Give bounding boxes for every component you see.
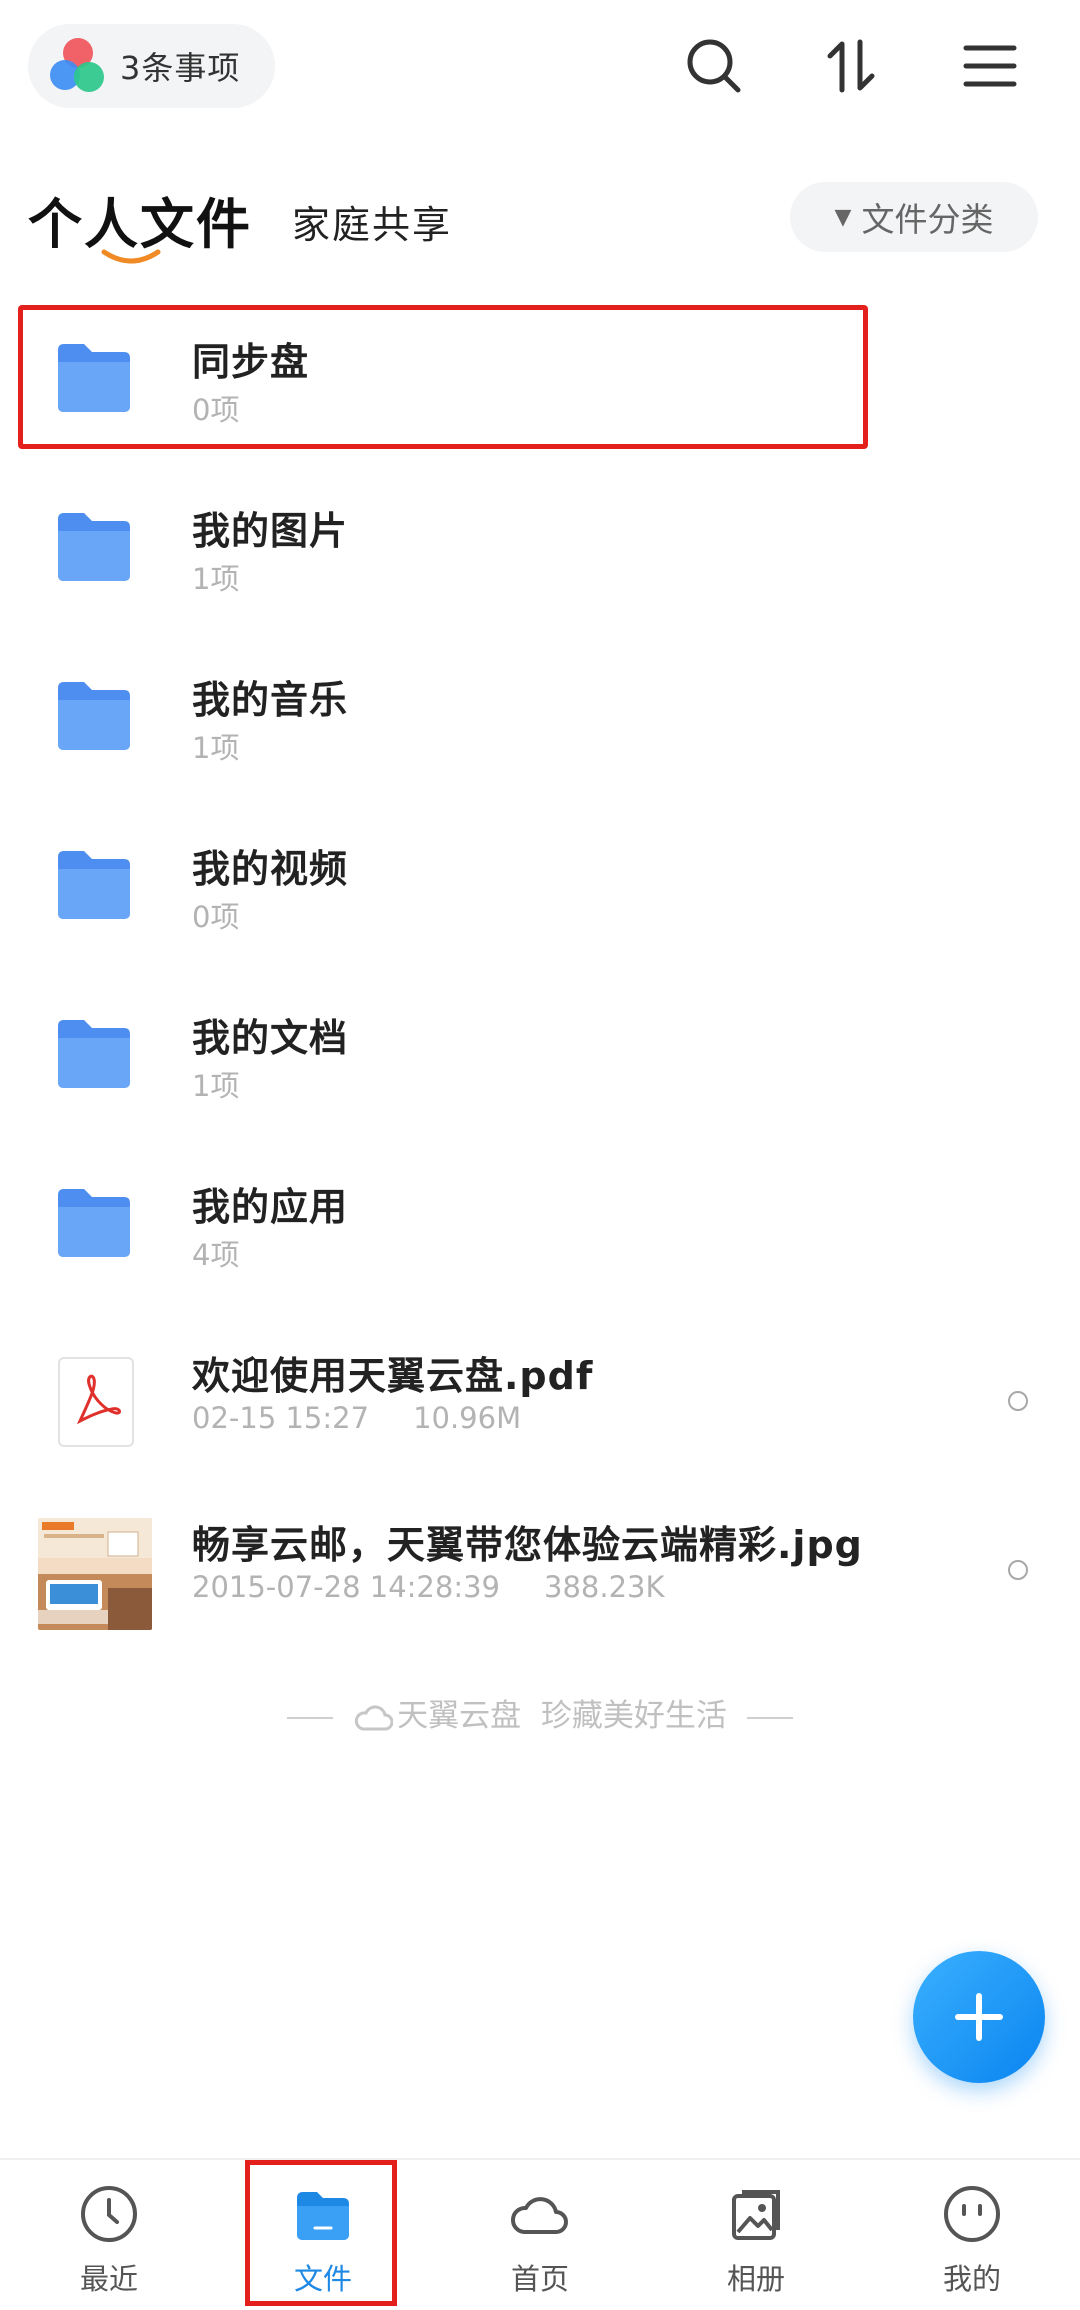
nav-album[interactable]: 相册 — [681, 2160, 831, 2310]
bottom-nav: 最近 文件 首页 相册 我的 — [0, 2158, 1080, 2310]
folder-icon — [58, 1020, 130, 1088]
tab-family-share[interactable]: 家庭共享 — [292, 194, 452, 249]
cloud-icon — [511, 2197, 568, 2234]
list-item-pdf-file[interactable]: 欢迎使用天翼云盘.pdf 02-15 15:27 10.96M — [0, 1319, 1080, 1488]
dropdown-triangle-icon: ▼ — [834, 204, 852, 230]
nav-home[interactable]: 首页 — [465, 2160, 615, 2310]
select-radio[interactable] — [1008, 1560, 1028, 1580]
list-item-sync-folder[interactable]: 同步盘 0项 — [0, 305, 1080, 474]
file-name: 畅享云邮，天翼带您体验云端精彩.jpg — [192, 1523, 863, 1567]
file-name: 欢迎使用天翼云盘.pdf — [192, 1354, 594, 1398]
file-name: 我的图片 — [192, 509, 349, 553]
nav-recent[interactable]: 最近 — [34, 2160, 184, 2310]
file-name: 我的视频 — [192, 847, 349, 891]
file-date: 2015-07-28 14:28:39 — [192, 1570, 500, 1604]
file-meta: 1项 — [192, 1069, 240, 1103]
album-icon — [732, 2190, 780, 2240]
file-size: 388.23K — [544, 1570, 665, 1604]
nav-label: 最近 — [79, 2262, 138, 2296]
sort-icon[interactable] — [820, 34, 884, 98]
cloud-icon — [355, 1704, 394, 1730]
search-icon[interactable] — [682, 34, 746, 98]
pdf-file-icon — [58, 1357, 134, 1447]
menu-icon[interactable] — [958, 34, 1022, 98]
footer-slogan-text: 天翼云盘 珍藏美好生活 — [397, 1698, 727, 1734]
folder-icon — [297, 2192, 349, 2240]
file-meta: 4项 — [192, 1238, 240, 1272]
file-meta: 1项 — [192, 731, 240, 765]
nav-me[interactable]: 我的 — [897, 2160, 1047, 2310]
file-meta: 2015-07-28 14:28:39 388.23K — [192, 1570, 665, 1604]
select-radio[interactable] — [1008, 1391, 1028, 1411]
file-meta: 0项 — [192, 900, 240, 934]
clock-icon — [81, 2186, 137, 2242]
file-name: 我的应用 — [192, 1185, 349, 1229]
file-name: 我的文档 — [192, 1016, 349, 1060]
nav-label: 我的 — [942, 2262, 1001, 2296]
image-thumbnail — [38, 1518, 152, 1630]
list-item-folder-documents[interactable]: 我的文档 1项 — [0, 981, 1080, 1150]
file-size: 10.96M — [413, 1401, 522, 1435]
footer-slogan: 天翼云盘 珍藏美好生活 — [0, 1690, 1080, 1735]
app-logo-icon — [48, 36, 108, 96]
top-bar: 3条事项 — [0, 0, 1080, 140]
list-item-folder-apps[interactable]: 我的应用 4项 — [0, 1150, 1080, 1319]
nav-files[interactable]: 文件 — [248, 2160, 398, 2310]
folder-icon — [58, 851, 130, 919]
file-name: 同步盘 — [192, 340, 310, 384]
list-item-image-file[interactable]: 畅享云邮，天翼带您体验云端精彩.jpg 2015-07-28 14:28:39 3… — [0, 1488, 1080, 1657]
file-meta: 1项 — [192, 562, 240, 596]
folder-icon — [58, 1189, 130, 1257]
list-item-folder-music[interactable]: 我的音乐 1项 — [0, 643, 1080, 812]
tasks-pill-label: 3条事项 — [120, 49, 241, 87]
smiley-icon — [944, 2186, 1000, 2242]
add-button[interactable] — [913, 1951, 1045, 2083]
file-date: 02-15 15:27 — [192, 1401, 370, 1435]
nav-label: 文件 — [293, 2262, 352, 2296]
tab-active-indicator — [101, 249, 161, 264]
list-item-folder-videos[interactable]: 我的视频 0项 — [0, 812, 1080, 981]
nav-label: 首页 — [510, 2262, 569, 2296]
folder-icon — [58, 682, 130, 750]
file-category-button[interactable]: ▼ 文件分类 — [790, 182, 1038, 252]
list-item-folder-pictures[interactable]: 我的图片 1项 — [0, 474, 1080, 643]
file-list: 同步盘 0项 我的图片 1项 我的音乐 1项 我的视频 0项 我的文档 1项 我… — [0, 305, 1080, 1657]
plus-icon — [955, 1993, 1003, 2041]
file-meta: 0项 — [192, 393, 240, 427]
nav-label: 相册 — [726, 2262, 785, 2296]
file-meta: 02-15 15:27 10.96M — [192, 1401, 521, 1435]
folder-icon — [58, 513, 130, 581]
folder-icon — [58, 344, 130, 412]
file-name: 我的音乐 — [192, 678, 349, 722]
file-category-label: 文件分类 — [861, 200, 994, 239]
file-tabs: 个人文件 家庭共享 ▼ 文件分类 — [0, 170, 1080, 280]
tasks-pill[interactable]: 3条事项 — [28, 24, 275, 108]
